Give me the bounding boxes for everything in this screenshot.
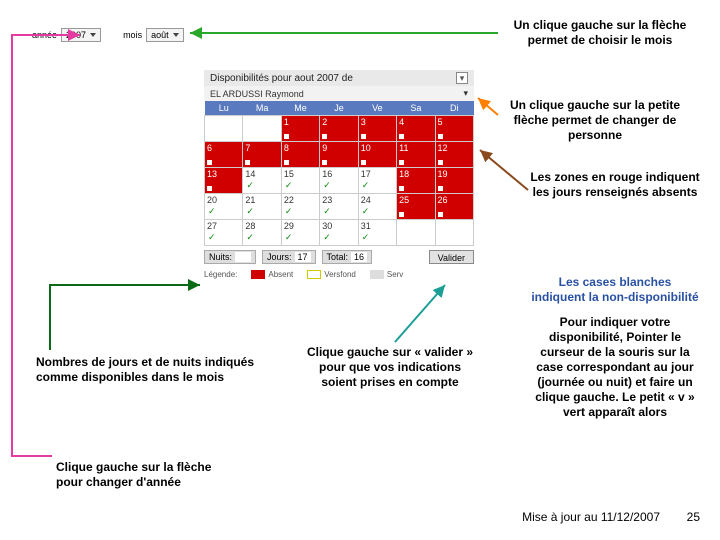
calendar-cell[interactable]: 15✓ [281, 168, 319, 194]
annotation-white-title: Les cases blanches indiquent la non-disp… [530, 275, 700, 305]
calendar-footer: Nuits: Jours: Total: Valider [204, 250, 474, 264]
days-input[interactable] [295, 252, 311, 262]
calendar-cell[interactable]: 8 [281, 142, 319, 168]
footer-date: Mise à jour au 11/12/2007 [522, 510, 660, 524]
annotation-month-arrow: Un clique gauche sur la flèche permet de… [500, 18, 700, 48]
total-chip: Total: [322, 250, 373, 264]
annotation-year-arrow: Clique gauche sur la flèche pour changer… [56, 460, 236, 490]
page-number: 25 [687, 510, 700, 524]
annotation-person-arrow: Un clique gauche sur la petite flèche pe… [500, 98, 690, 143]
month-dropdown[interactable]: mois août [123, 28, 184, 42]
calendar: Disponibilités pour aout 2007 de ▾ EL AR… [204, 70, 474, 279]
calendar-cell[interactable]: 1 [281, 116, 319, 142]
calendar-cell[interactable]: 20✓ [205, 194, 243, 220]
calendar-title-bar: Disponibilités pour aout 2007 de ▾ [204, 70, 474, 86]
year-label: année [32, 30, 57, 40]
calendar-cell[interactable]: 16✓ [320, 168, 358, 194]
total-input[interactable] [351, 252, 367, 262]
calendar-cell[interactable]: 19 [435, 168, 473, 194]
weekday-header: Sa [397, 101, 435, 116]
calendar-cell[interactable]: 3 [358, 116, 396, 142]
annotation-days-nights: Nombres de jours et de nuits indiqués co… [36, 355, 266, 385]
calendar-table: LuMaMeJeVeSaDi 1234567891011121314✓15✓16… [204, 101, 474, 246]
calendar-cell[interactable]: 28✓ [243, 220, 281, 246]
annotation-white-body: Pour indiquer votre disponibilité, Point… [530, 315, 700, 420]
calendar-cell[interactable]: 12 [435, 142, 473, 168]
annotation-validate: Clique gauche sur « valider » pour que v… [305, 345, 475, 390]
calendar-cell[interactable]: 2 [320, 116, 358, 142]
calendar-person: EL ARDUSSI Raymond [210, 89, 304, 99]
calendar-cell[interactable]: 14✓ [243, 168, 281, 194]
month-label: mois [123, 30, 142, 40]
weekday-header: Me [281, 101, 319, 116]
dropdown-row: année 2007 mois août [32, 28, 184, 42]
calendar-cell[interactable]: 27✓ [205, 220, 243, 246]
nights-chip: Nuits: [204, 250, 256, 264]
calendar-cell[interactable]: 21✓ [243, 194, 281, 220]
calendar-person-bar: EL ARDUSSI Raymond ▾ [204, 86, 474, 101]
calendar-cell[interactable] [397, 220, 435, 246]
legend-label: Légende: [204, 270, 237, 279]
calendar-cell[interactable]: 5 [435, 116, 473, 142]
validate-button[interactable]: Valider [429, 250, 474, 264]
calendar-cell[interactable]: 7 [243, 142, 281, 168]
calendar-cell[interactable]: 11 [397, 142, 435, 168]
calendar-cell[interactable] [243, 116, 281, 142]
year-dropdown[interactable]: année 2007 [32, 28, 101, 42]
weekday-header: Ve [358, 101, 396, 116]
annotation-red-zones: Les zones en rouge indiquent les jours r… [530, 170, 700, 200]
calendar-cell[interactable]: 24✓ [358, 194, 396, 220]
calendar-cell[interactable]: 10 [358, 142, 396, 168]
calendar-cell[interactable]: 29✓ [281, 220, 319, 246]
calendar-cell[interactable]: 4 [397, 116, 435, 142]
swatch-absent [251, 270, 265, 279]
calendar-cell[interactable]: 31✓ [358, 220, 396, 246]
annotation-white-cells: Les cases blanches indiquent la non-disp… [530, 275, 700, 420]
chevron-down-icon [173, 33, 179, 37]
calendar-cell[interactable]: 23✓ [320, 194, 358, 220]
person-change-arrow[interactable]: ▾ [463, 88, 468, 99]
calendar-cell[interactable]: 13 [205, 168, 243, 194]
calendar-cell[interactable] [205, 116, 243, 142]
calendar-title: Disponibilités pour aout 2007 de [210, 73, 353, 84]
weekday-header: Je [320, 101, 358, 116]
calendar-nav-button[interactable]: ▾ [456, 72, 468, 84]
calendar-legend: Légende: Absent Versfond Serv [204, 270, 474, 279]
calendar-cell[interactable] [435, 220, 473, 246]
nights-input[interactable] [235, 252, 251, 262]
chevron-down-icon [90, 33, 96, 37]
month-value: août [151, 30, 169, 40]
year-value: 2007 [66, 30, 86, 40]
calendar-cell[interactable]: 17✓ [358, 168, 396, 194]
weekday-header: Ma [243, 101, 281, 116]
calendar-cell[interactable]: 18 [397, 168, 435, 194]
days-chip: Jours: [262, 250, 316, 264]
calendar-cell[interactable]: 26 [435, 194, 473, 220]
calendar-cell[interactable]: 6 [205, 142, 243, 168]
swatch-versfond [307, 270, 321, 279]
calendar-cell[interactable]: 30✓ [320, 220, 358, 246]
calendar-cell[interactable]: 22✓ [281, 194, 319, 220]
calendar-cell[interactable]: 25 [397, 194, 435, 220]
weekday-header: Lu [205, 101, 243, 116]
calendar-cell[interactable]: 9 [320, 142, 358, 168]
swatch-serv [370, 270, 384, 279]
weekday-header: Di [435, 101, 473, 116]
